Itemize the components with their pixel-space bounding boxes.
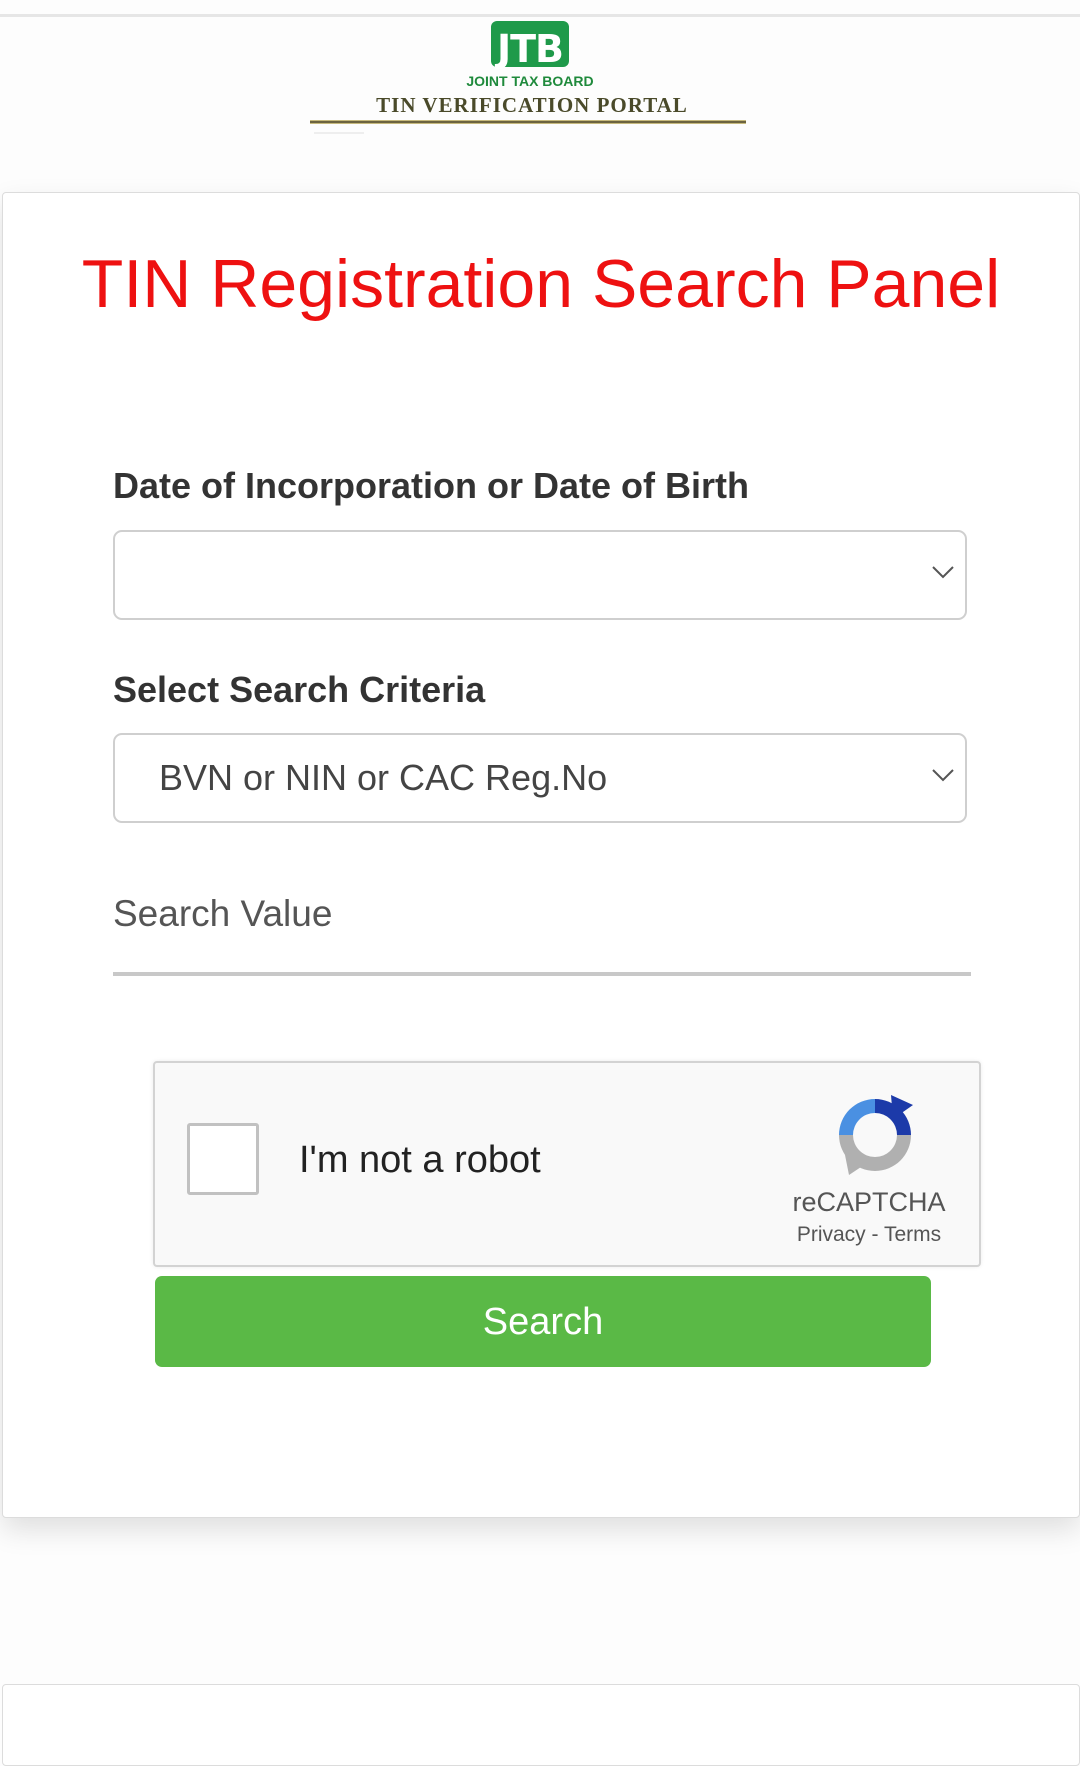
logo-badge-text: JTB <box>496 27 564 71</box>
search-input-underline <box>113 972 971 976</box>
captcha-link-separator: - <box>871 1223 879 1246</box>
bottom-card <box>2 1684 1080 1766</box>
panel-title: TIN Registration Search Panel <box>81 246 1001 322</box>
captcha-checkbox[interactable] <box>187 1123 259 1195</box>
logo-subtitle: JOINT TAX BOARD <box>466 73 594 89</box>
recaptcha-icon <box>839 1095 913 1175</box>
chevron-down-icon <box>932 566 954 579</box>
captcha-privacy-link[interactable]: Privacy <box>797 1223 866 1246</box>
portal-name: TIN VERIFICATION PORTAL <box>376 93 688 117</box>
criteria-select[interactable]: BVN or NIN or CAC Reg.No <box>113 733 967 823</box>
criteria-field-label: Select Search Criteria <box>113 669 486 710</box>
captcha-terms-link[interactable]: Terms <box>884 1223 941 1246</box>
logo-underline <box>310 120 746 124</box>
search-value-input[interactable] <box>113 883 975 969</box>
chevron-down-icon <box>932 769 954 782</box>
date-field-label: Date of Incorporation or Date of Birth <box>113 465 750 506</box>
recaptcha-brand: reCAPTCHA <box>792 1187 946 1217</box>
criteria-select-value: BVN or NIN or CAC Reg.No <box>159 757 608 798</box>
captcha-label: I'm not a robot <box>299 1139 541 1181</box>
search-panel: TIN Registration Search Panel Date of In… <box>2 192 1080 1518</box>
recaptcha-widget: I'm not a robot reCAPTCHA Privacy - Term… <box>153 1061 981 1267</box>
captcha-links: Privacy - Terms <box>755 1223 983 1247</box>
search-button[interactable]: Search <box>155 1276 931 1367</box>
jtb-logo[interactable]: JTB <box>491 21 569 71</box>
logo-accent-line <box>314 132 364 134</box>
date-select[interactable] <box>113 530 967 620</box>
site-header: JTB JOINT TAX BOARD TIN VERIFICATION POR… <box>0 17 1080 147</box>
